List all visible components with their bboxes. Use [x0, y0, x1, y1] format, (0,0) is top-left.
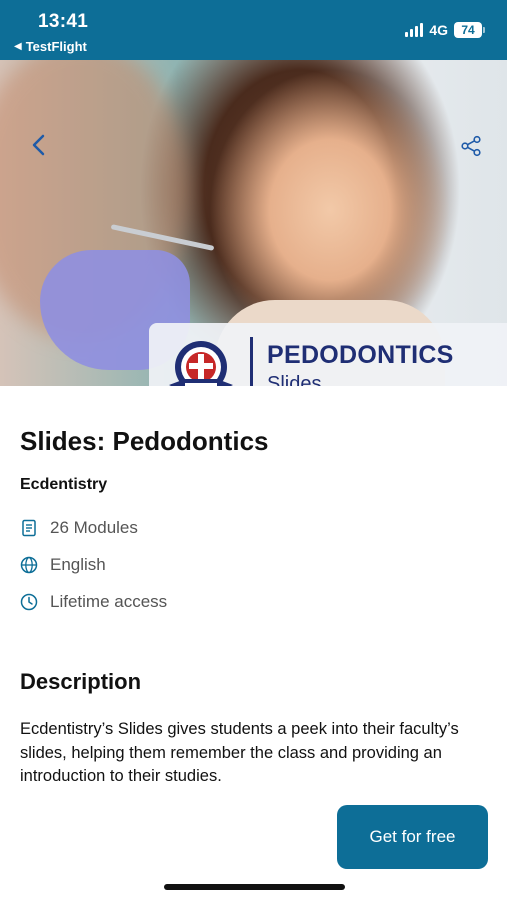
- status-bar: 13:41 ◀ TestFlight 4G 74: [0, 0, 507, 60]
- status-time: 13:41: [38, 11, 89, 32]
- chevron-left-icon[interactable]: [28, 132, 50, 158]
- get-for-free-button[interactable]: Get for free: [337, 805, 488, 869]
- globe-icon: [20, 556, 38, 574]
- signal-icon: [405, 23, 424, 37]
- description-heading: Description: [20, 669, 142, 694]
- back-triangle-icon: ◀: [14, 41, 22, 52]
- battery-level: 74: [454, 22, 482, 38]
- badge-subtitle: Slides: [267, 373, 322, 386]
- meta-modules-text: 26 Modules: [50, 518, 138, 537]
- course-author[interactable]: Ecdentistry: [20, 476, 107, 494]
- status-indicators: 4G 74: [405, 22, 485, 38]
- course-title: Slides: Pedodontics: [20, 426, 269, 456]
- clock-icon: [20, 593, 38, 611]
- course-badge: PEDODONTICS Slides: [149, 323, 507, 386]
- meta-modules: 26 Modules: [20, 518, 138, 538]
- share-icon[interactable]: [460, 135, 482, 157]
- badge-title: PEDODONTICS: [267, 341, 454, 369]
- meta-access-text: Lifetime access: [50, 592, 168, 611]
- document-icon: [22, 519, 36, 537]
- back-to-app-link[interactable]: ◀ TestFlight: [14, 39, 87, 54]
- meta-language-text: English: [50, 555, 106, 574]
- meta-language: English: [20, 555, 106, 575]
- description-text: Ecdentistry’s Slides gives students a pe…: [20, 720, 459, 785]
- back-app-label: TestFlight: [25, 39, 87, 54]
- badge-divider: [250, 337, 253, 386]
- battery-icon: 74: [454, 22, 485, 38]
- network-type: 4G: [429, 22, 448, 38]
- home-indicator[interactable]: [164, 884, 345, 890]
- institution-seal-logo: [169, 341, 233, 386]
- meta-access: Lifetime access: [20, 592, 167, 612]
- hero-image: PEDODONTICS Slides: [0, 60, 507, 386]
